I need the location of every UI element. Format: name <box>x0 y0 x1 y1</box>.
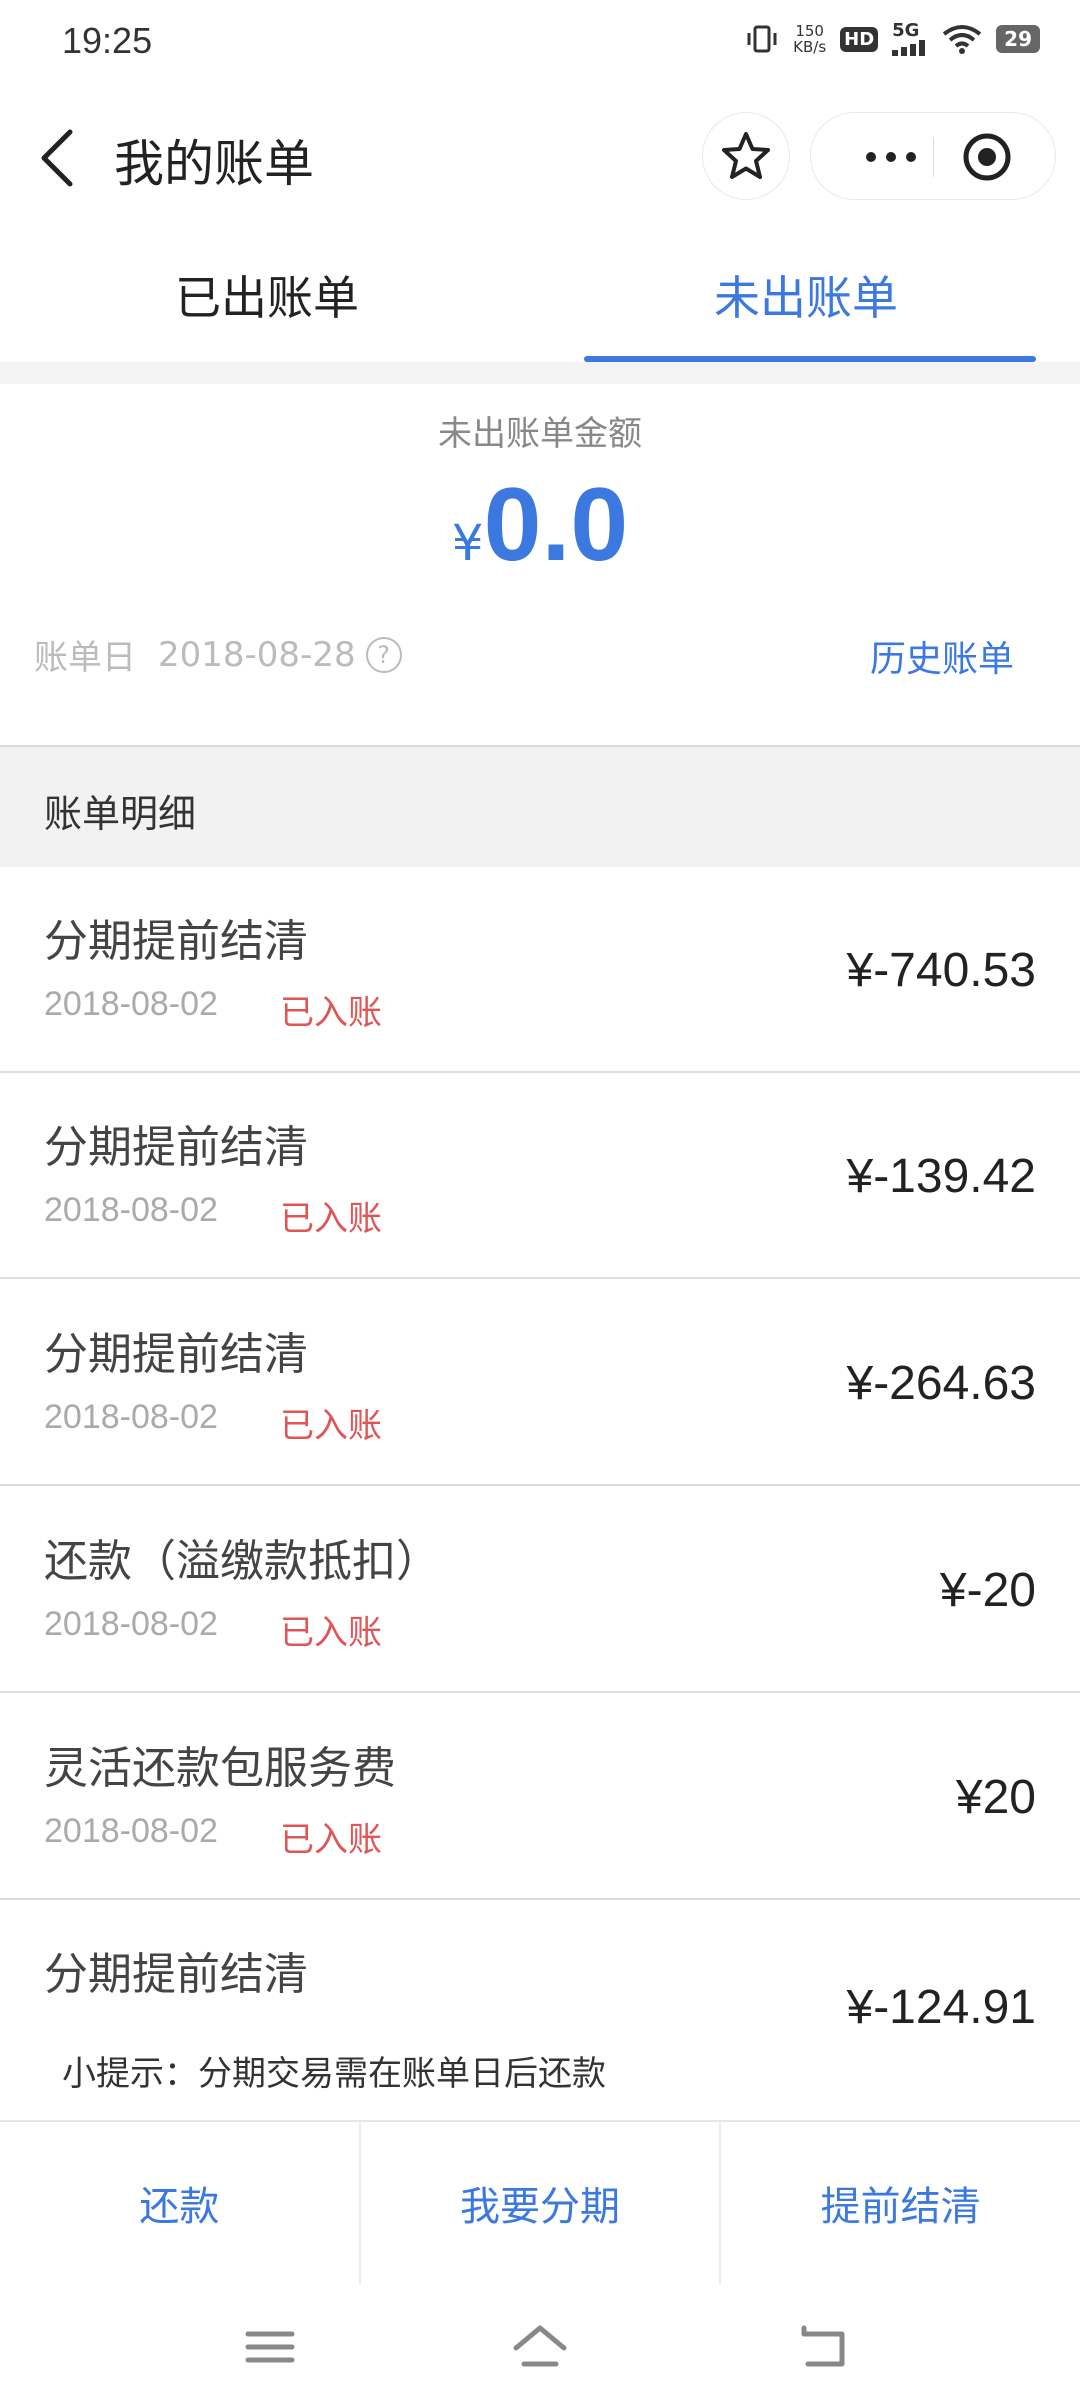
more-button[interactable] <box>845 133 937 181</box>
installment-button[interactable]: 我要分期 <box>361 2122 722 2284</box>
more-dot <box>886 152 896 162</box>
home-icon[interactable] <box>510 2320 570 2374</box>
item-name: 还款（溢缴款抵扣） <box>44 1536 440 1587</box>
menu-icon[interactable] <box>240 2320 300 2374</box>
item-amount: ¥-740.53 <box>846 944 1037 997</box>
status-bar: 19:25 150 KB/s HD 5G 29 <box>0 0 1080 90</box>
bill-day-label: 账单日 <box>34 638 136 678</box>
action-bar: 还款 我要分期 提前结清 <box>0 2120 1080 2284</box>
bill-item[interactable]: 分期提前结清 2018-08-02 已入账 ¥-139.42 <box>0 1073 1080 1279</box>
more-dots-icon <box>866 152 876 162</box>
item-status: 已入账 <box>280 1406 382 1446</box>
speed-value: 150 <box>795 22 824 40</box>
settle-early-button[interactable]: 提前结清 <box>721 2122 1080 2284</box>
tab-issued-bills[interactable]: 已出账单 <box>175 262 359 328</box>
battery-icon: 29 <box>996 25 1040 53</box>
item-status: 已入账 <box>280 1613 382 1653</box>
capsule-divider <box>933 137 934 177</box>
hd-icon: HD <box>840 26 879 52</box>
history-bills-link[interactable]: 历史账单 <box>870 630 1014 682</box>
item-date: 2018-08-02 <box>44 1398 218 1436</box>
chevron-left-icon <box>41 129 73 187</box>
network-type: 5G <box>892 20 920 41</box>
back-button[interactable] <box>38 128 78 188</box>
page-title: 我的账单 <box>114 135 314 193</box>
item-name: 灵活还款包服务费 <box>44 1743 396 1794</box>
close-record-icon[interactable] <box>961 131 1013 183</box>
signal-5g-icon: 5G <box>892 22 928 56</box>
item-name: 分期提前结清 <box>44 1949 308 2000</box>
item-status: 已入账 <box>280 993 382 1033</box>
tab-unissued-bills[interactable]: 未出账单 <box>714 262 898 328</box>
bill-day: 账单日 2018-08-28 ? <box>34 630 402 679</box>
bill-item[interactable]: 还款（溢缴款抵扣） 2018-08-02 已入账 ¥-20 <box>0 1487 1080 1693</box>
help-icon[interactable]: ? <box>365 636 402 673</box>
item-amount: ¥20 <box>955 1771 1036 1824</box>
item-date: 2018-08-02 <box>44 1605 218 1643</box>
more-dot <box>906 152 916 162</box>
bill-details-title: 账单明细 <box>44 792 197 836</box>
bill-details-header: 账单明细 <box>0 745 1080 867</box>
item-status: 已入账 <box>280 1820 382 1860</box>
amount-value: 0.0 <box>483 467 629 583</box>
item-name: 分期提前结清 <box>44 1329 308 1380</box>
item-amount: ¥-264.63 <box>846 1357 1037 1410</box>
miniprogram-capsule <box>810 112 1056 200</box>
vibrate-icon <box>747 25 777 53</box>
installment-tip: 小提示：分期交易需在账单日后还款 <box>62 2054 606 2094</box>
item-date: 2018-08-02 <box>44 1191 218 1229</box>
item-date: 2018-08-02 <box>44 1812 218 1850</box>
star-icon <box>722 132 770 179</box>
repay-button[interactable]: 还款 <box>0 2122 361 2284</box>
item-amount: ¥-139.42 <box>846 1150 1037 1203</box>
currency-symbol: ¥ <box>451 514 484 572</box>
item-name: 分期提前结清 <box>44 1122 308 1173</box>
item-name: 分期提前结清 <box>44 916 308 967</box>
unissued-amount-label: 未出账单金额 <box>438 414 642 454</box>
bill-item[interactable]: 分期提前结清 2018-08-02 已入账 ¥-740.53 <box>0 867 1080 1073</box>
system-nav-bar <box>0 2284 1080 2408</box>
back-nav-icon[interactable] <box>796 2320 856 2374</box>
item-date: 2018-08-02 <box>44 985 218 1023</box>
bill-item[interactable]: 灵活还款包服务费 2018-08-02 已入账 ¥20 <box>0 1694 1080 1900</box>
section-divider <box>0 362 1080 384</box>
speed-unit: KB/s <box>793 38 827 56</box>
bill-day-value: 2018-08-28 <box>158 634 356 675</box>
favorite-button[interactable] <box>702 112 790 200</box>
network-speed: 150 KB/s <box>793 23 826 55</box>
item-status: 已入账 <box>280 1199 382 1239</box>
item-amount: ¥-20 <box>939 1564 1036 1617</box>
status-icons: 150 KB/s HD 5G 29 <box>745 22 1040 56</box>
status-time: 19:25 <box>62 20 153 61</box>
bill-item[interactable]: 分期提前结清 2018-08-02 已入账 ¥-264.63 <box>0 1280 1080 1486</box>
wifi-icon <box>942 25 982 54</box>
unissued-amount: ¥0.0 <box>0 466 1080 585</box>
item-amount: ¥-124.91 <box>846 1981 1037 2034</box>
